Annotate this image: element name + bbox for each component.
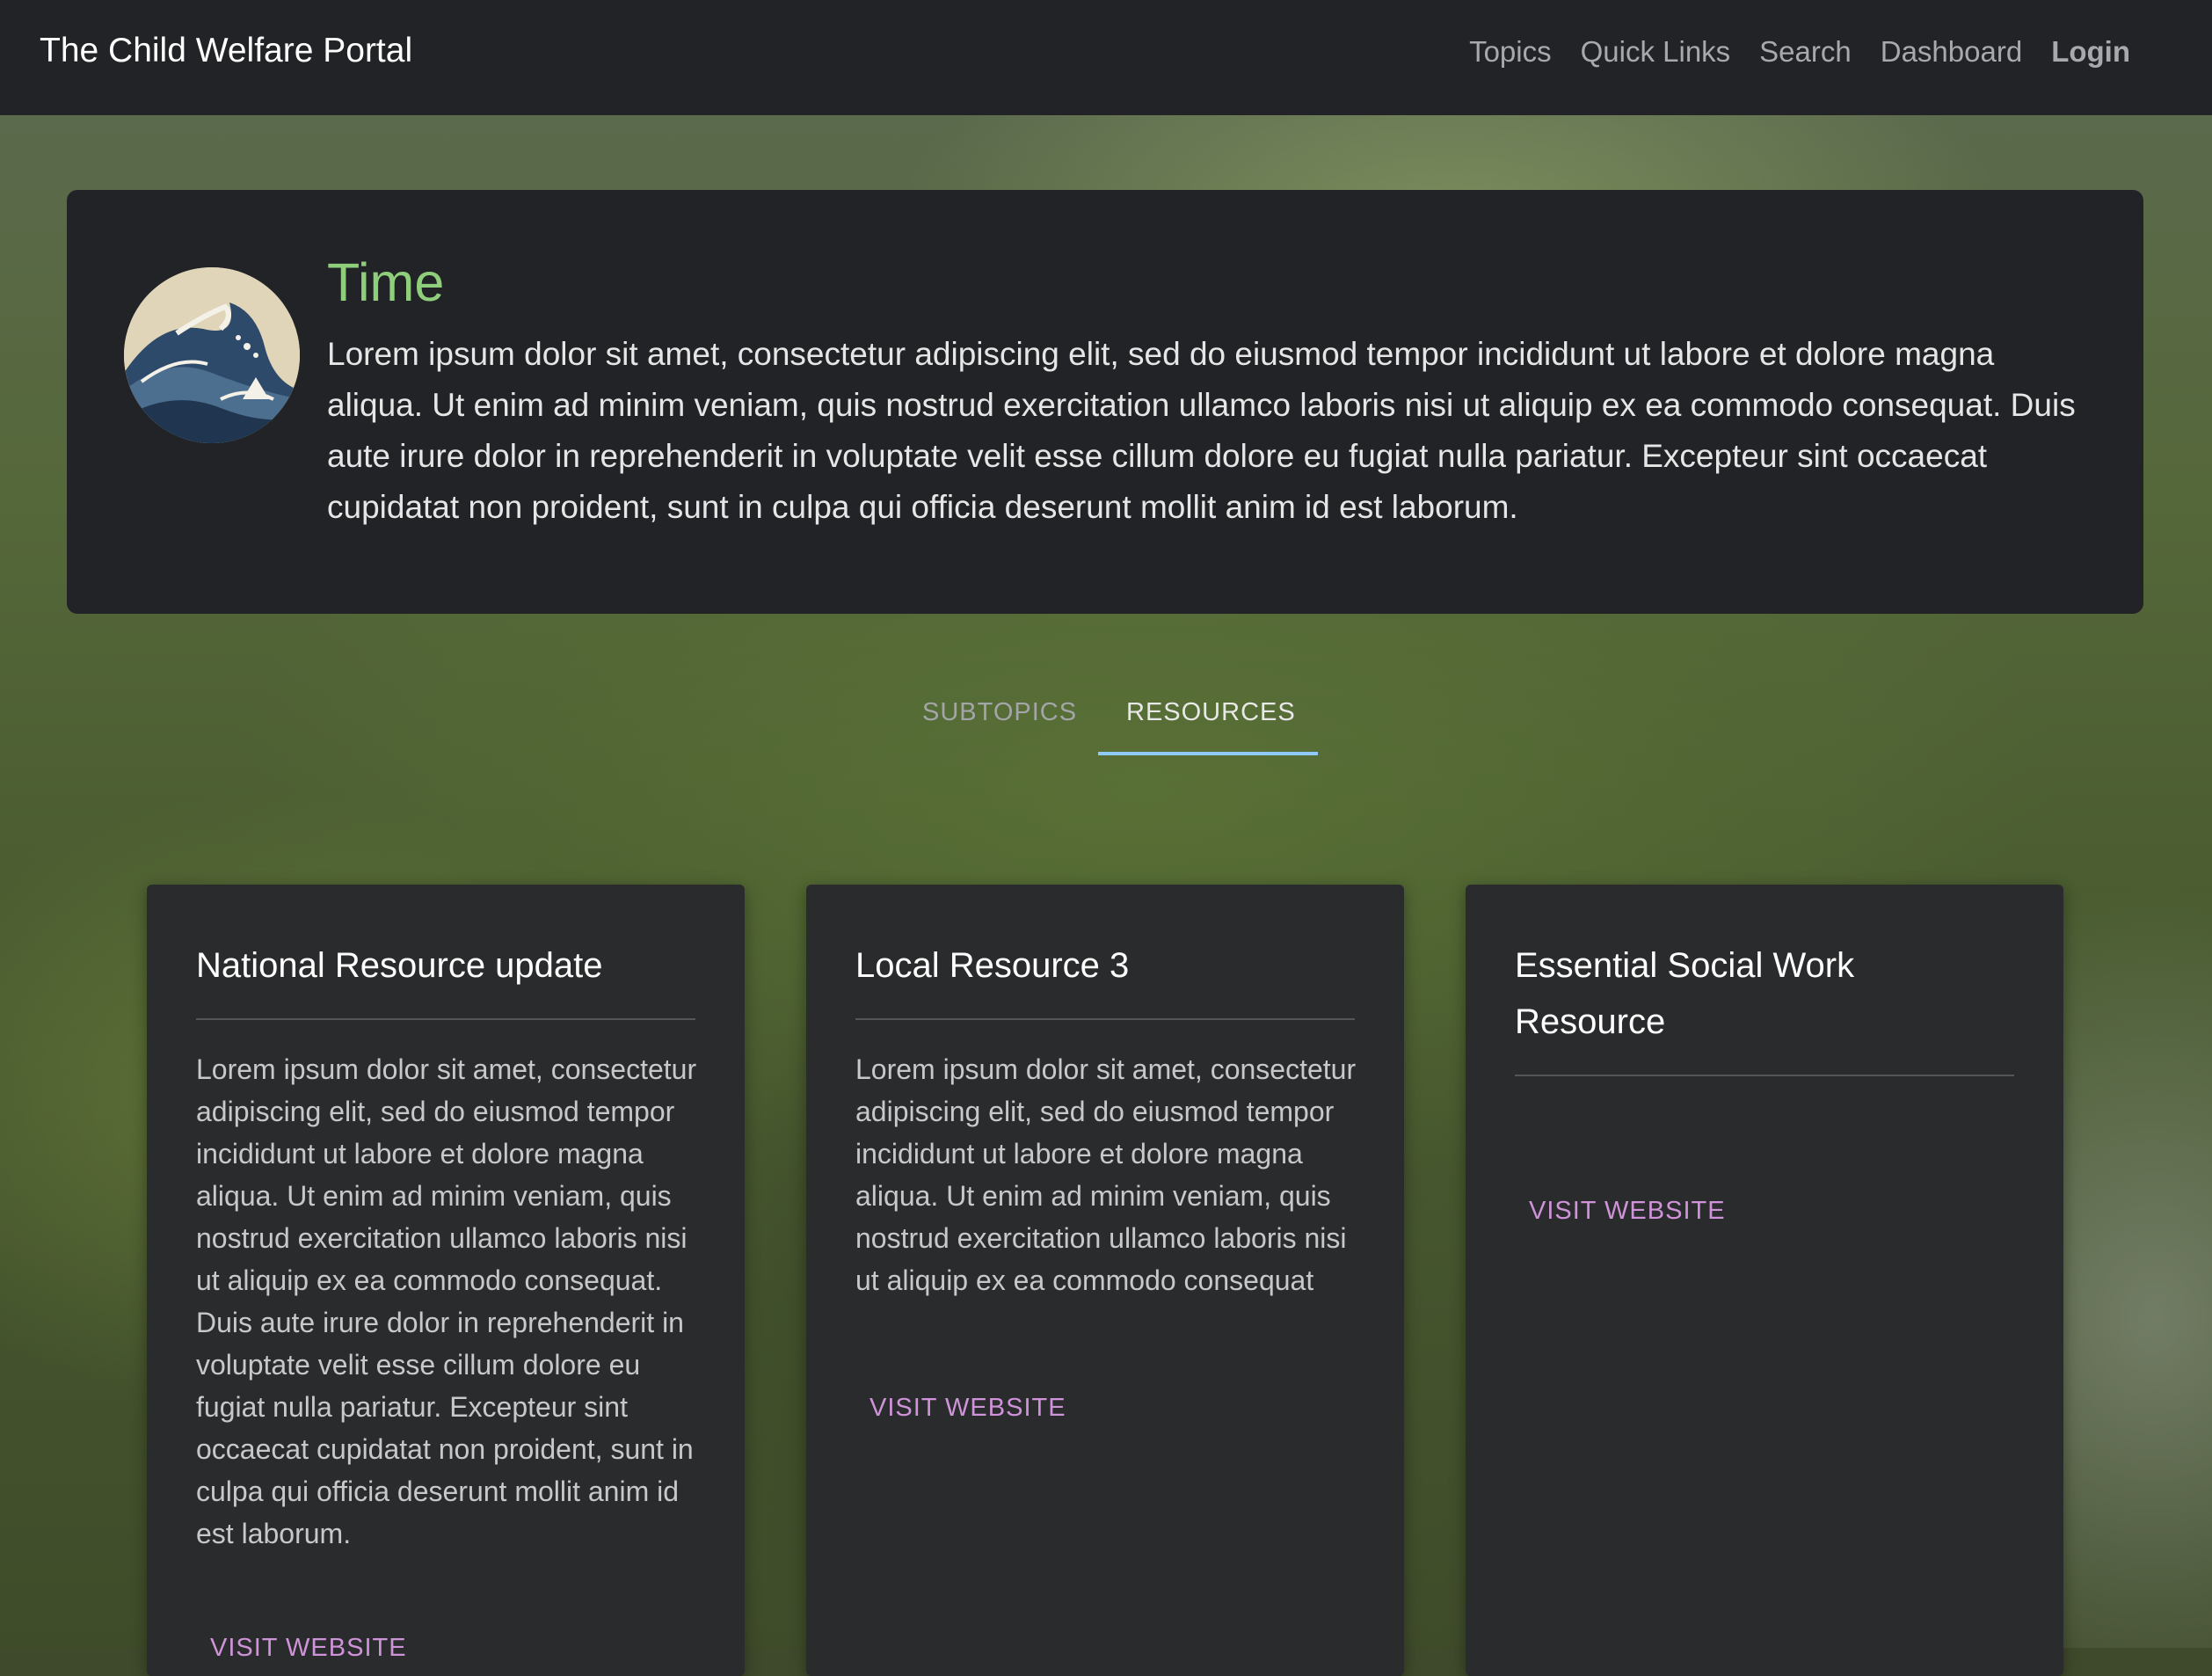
visit-website-button[interactable]: VISIT WEBSITE (1515, 1186, 1740, 1235)
resource-card: National Resource update Lorem ipsum dol… (147, 885, 745, 1676)
brand-title[interactable]: The Child Welfare Portal (40, 32, 412, 70)
resource-description: Lorem ipsum dolor sit amet, consectetur … (855, 1053, 1357, 1296)
resource-title: Local Resource 3 (855, 946, 1130, 985)
great-wave-image-icon (124, 267, 300, 443)
nav-link-dashboard[interactable]: Dashboard (1881, 35, 2022, 69)
nav-links: Topics Quick Links Search Dashboard Logi… (1469, 35, 2130, 69)
resource-title: National Resource update (196, 946, 603, 985)
tab-resources[interactable]: RESOURCES (1126, 698, 1296, 727)
topic-header-card: Time Lorem ipsum dolor sit amet, consect… (67, 190, 2143, 614)
nav-link-search[interactable]: Search (1759, 35, 1852, 69)
nav-link-topics[interactable]: Topics (1469, 35, 1552, 69)
resource-divider (196, 1018, 695, 1020)
visit-website-button[interactable]: VISIT WEBSITE (855, 1383, 1081, 1432)
topic-description: Lorem ipsum dolor sit amet, consectetur … (327, 336, 2076, 525)
active-tab-indicator (1098, 752, 1318, 755)
resource-card: Essential Social Work Resource VISIT WEB… (1466, 885, 2063, 1676)
topic-title: Time (327, 252, 445, 312)
nav-link-quick-links[interactable]: Quick Links (1581, 35, 1731, 69)
resource-card: Local Resource 3 Lorem ipsum dolor sit a… (806, 885, 1404, 1676)
tab-subtopics[interactable]: SUBTOPICS (922, 698, 1077, 727)
resource-description: Lorem ipsum dolor sit amet, consectetur … (196, 1053, 697, 1549)
top-navbar: The Child Welfare Portal Topics Quick Li… (0, 0, 2212, 115)
visit-website-button[interactable]: VISIT WEBSITE (196, 1623, 421, 1672)
nav-link-login[interactable]: Login (2051, 35, 2130, 69)
resource-title: Essential Social Work Resource (1515, 946, 1855, 1041)
topic-tabs: SUBTOPICS RESOURCES (894, 677, 1325, 756)
resource-divider (1515, 1075, 2014, 1076)
resource-divider (855, 1018, 1355, 1020)
